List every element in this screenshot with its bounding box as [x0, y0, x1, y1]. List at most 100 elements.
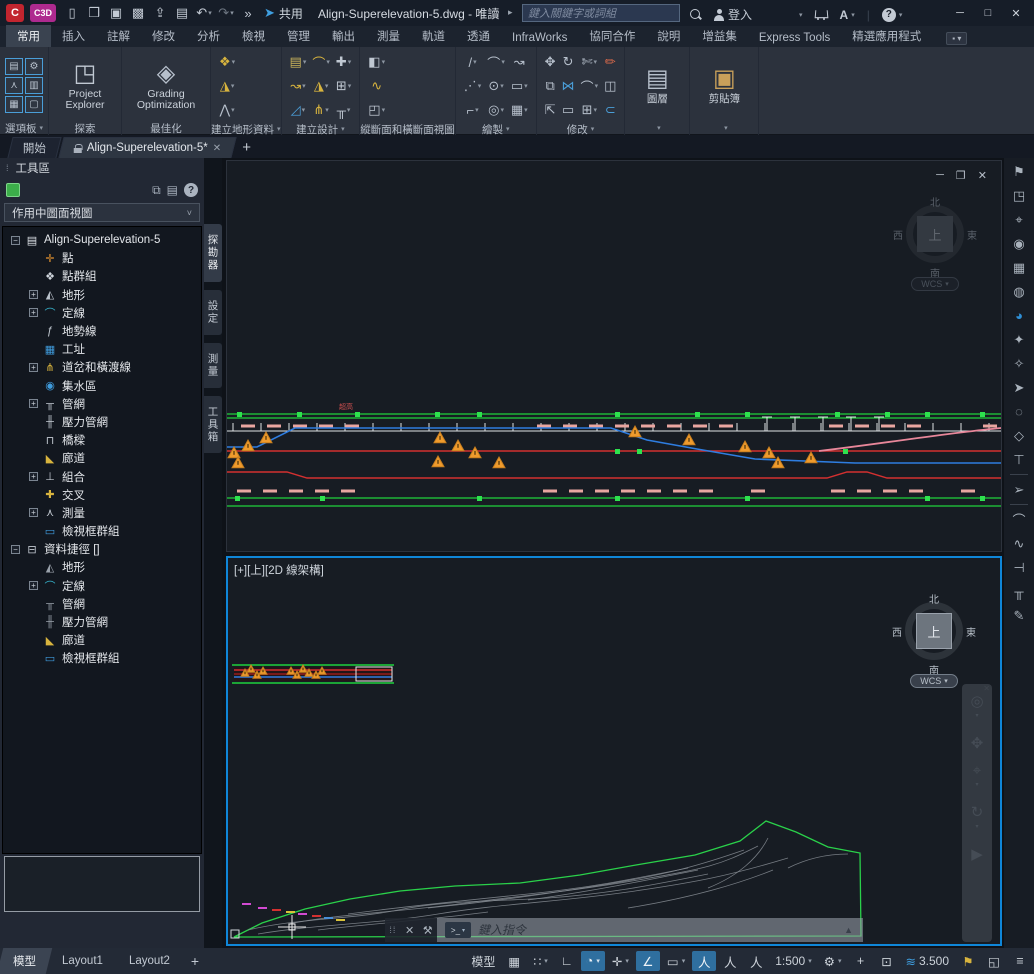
panel-label[interactable]: 修改▾ [537, 122, 625, 136]
redo-icon[interactable]: ↷▾ [216, 3, 236, 23]
ribbon-tab-檢視[interactable]: 檢視 [231, 25, 276, 47]
command-history-icon[interactable]: ▲ [844, 925, 855, 935]
doc-restore-icon[interactable]: ❐ [956, 169, 966, 182]
palette-grip[interactable]: ⁞ [6, 163, 10, 173]
offset-icon[interactable]: ⊂ [601, 102, 619, 118]
file-tab-start[interactable]: 開始 [7, 137, 61, 158]
search-input[interactable]: 鍵入關鍵字或詞組 [522, 4, 680, 22]
ellipse-icon[interactable]: ◎▾ [484, 102, 508, 118]
explode-icon[interactable]: ◫ [601, 78, 619, 94]
panorama-toggle-icon[interactable]: ▤ [167, 183, 178, 197]
rotate-icon[interactable]: ↻ [559, 54, 578, 70]
tree-item-view-frame-groups[interactable]: ▭檢視框群組 [3, 522, 201, 540]
toolspace-tab-測量[interactable]: 測量 [204, 343, 222, 388]
object-snap-tracking-icon[interactable]: ∠ [636, 951, 660, 971]
wcs-menu[interactable]: WCS▾ [910, 674, 958, 688]
close-tab-icon[interactable]: ✕ [213, 143, 221, 154]
surface-elevation-icon[interactable]: ≋3.500 [900, 951, 954, 971]
revision-cloud-icon[interactable]: ↝ [508, 54, 531, 70]
annotation-autoscale-icon[interactable]: 人 [718, 951, 742, 971]
signin-button[interactable]: 登入 ▾ [713, 6, 803, 23]
panorama-palette-icon[interactable]: ▢ [25, 96, 43, 113]
tree-expander-icon[interactable]: − [11, 236, 20, 245]
arc-icon[interactable]: ⌒▾ [484, 53, 508, 72]
array-icon[interactable]: ⊞▾ [578, 102, 602, 118]
tree-item-view-frame-shortcut[interactable]: ▭檢視框群組 [3, 649, 201, 667]
new-layout-button[interactable]: + [183, 953, 207, 969]
select-cursor-icon[interactable]: ➤ [1008, 378, 1030, 397]
tree-item-alignments[interactable]: +⌒定線 [3, 304, 201, 322]
ribbon-tab-常用[interactable]: 常用 [6, 25, 51, 47]
create-point-icon[interactable]: ✦ [1008, 330, 1030, 349]
intersection-icon[interactable]: ✚▾ [333, 54, 354, 70]
tree-item-corridor-shortcut[interactable]: ◣廊道 [3, 631, 201, 649]
copy-icon[interactable]: ⧉ [542, 78, 559, 94]
tree-item-pipe-networks[interactable]: +╥管網 [3, 395, 201, 413]
layout-tab-Layout2[interactable]: Layout2 [113, 948, 186, 974]
circle-icon[interactable]: ⊙▾ [484, 78, 508, 94]
workspace-gear-icon[interactable]: ⚙▾ [819, 951, 847, 971]
new-tab-button[interactable]: + [242, 139, 251, 156]
ribbon-tab-精選應用程式[interactable]: 精選應用程式 [841, 25, 932, 47]
ribbon-tab-透通[interactable]: 透通 [456, 25, 501, 47]
create-survey-icon[interactable]: ⋀▾ [216, 102, 238, 118]
properties-palette-icon[interactable]: ▦ [5, 96, 23, 113]
viewport-bottom-active[interactable]: [+][上][2D 線架構] 北 西 東 南 上 WCS▾ ✕ ◎▾✥⌖▾↻▾▶ [226, 556, 1002, 946]
road-cursor-icon[interactable]: ➢ [1008, 480, 1030, 499]
polar-tracking-icon[interactable]: ◔▾ [581, 951, 605, 971]
toolspace-header[interactable]: ⁞ 工具區 [0, 158, 204, 178]
annotation-scale-icon[interactable]: 人 [744, 951, 768, 971]
mirror-icon[interactable]: ⋈ [559, 78, 578, 94]
panel-label[interactable]: 建立設計▾ [282, 122, 360, 136]
tsquare-icon[interactable]: ⊤ [1008, 450, 1030, 469]
print-icon[interactable]: ▤ [172, 3, 192, 23]
toolbox-palette-icon[interactable]: ▥ [25, 77, 43, 94]
store-cart-icon[interactable] [815, 10, 828, 20]
create-surfaces-icon[interactable]: ◮▾ [216, 78, 238, 94]
tree-item-point-groups[interactable]: ❖點群組 [3, 267, 201, 285]
tree-expander-icon[interactable]: − [11, 545, 20, 554]
tree-item-intersections[interactable]: ✚交叉 [3, 486, 201, 504]
quick-profile-icon[interactable]: ∿ [365, 78, 388, 94]
zoom-window-icon[interactable]: ◳ [1008, 186, 1030, 205]
maximize-icon[interactable]: □ [974, 0, 1002, 26]
ribbon-tab-輸出[interactable]: 輸出 [321, 25, 366, 47]
pipe-edit-icon[interactable]: ╥ [1008, 582, 1030, 601]
pan-icon[interactable]: ✥ [971, 736, 984, 751]
command-close-icon[interactable]: ✕ [405, 924, 414, 937]
tree-item-data-shortcuts[interactable]: −⊟資料捷徑 [] [3, 540, 201, 558]
qat-more-icon[interactable]: » [238, 3, 258, 23]
item-view-icon[interactable]: ⧉ [152, 183, 161, 198]
panel-label[interactable]: 建立地形資料▾ [211, 122, 281, 136]
save-as-icon[interactable]: ▩ [128, 3, 148, 23]
assembly-icon[interactable]: ⊞▾ [333, 78, 354, 94]
trim-icon[interactable]: ✄▾ [578, 54, 602, 70]
rectangle-icon[interactable]: ▭▾ [508, 78, 531, 94]
wcs-menu[interactable]: WCS▾ [911, 277, 959, 291]
layout-tab-Layout1[interactable]: Layout1 [46, 948, 119, 974]
selection-cycling-icon[interactable]: ⊡ [874, 951, 898, 971]
dropdown-arrow-icon[interactable]: ▾ [230, 9, 234, 17]
project-explorer-button[interactable]: ◳Project Explorer [54, 59, 116, 113]
undo-icon[interactable]: ↶▾ [194, 3, 214, 23]
stretch-icon[interactable]: ⇱ [542, 102, 559, 118]
minimize-icon[interactable]: ─ [946, 0, 974, 26]
tree-item-bridges[interactable]: ⊓橋樑 [3, 431, 201, 449]
feature-line-icon[interactable]: ↝▾ [287, 78, 310, 94]
ribbon-tab-插入[interactable]: 插入 [51, 25, 96, 47]
ribbon-tab-說明[interactable]: 說明 [646, 25, 691, 47]
view-selector-dropdown[interactable]: 作用中圖面視圖 ˅ [4, 203, 200, 222]
ribbon-tab-測量[interactable]: 測量 [366, 25, 411, 47]
tree-item-alignment-shortcut[interactable]: +⌒定線 [3, 577, 201, 595]
fillet-icon[interactable]: ⌒▾ [578, 77, 602, 96]
model-space-toggle[interactable]: 模型 [466, 951, 500, 971]
save-icon[interactable]: ▣ [106, 3, 126, 23]
panel-label[interactable]: 縱斷面和橫斷面視圖 [360, 122, 455, 136]
ribbon-tab-Express Tools[interactable]: Express Tools [748, 29, 841, 47]
zoom-previous-icon[interactable]: ◉ [1008, 234, 1030, 253]
tree-item-feature-lines[interactable]: ƒ地勢線 [3, 322, 201, 340]
navbar-close-icon[interactable]: ✕ [983, 684, 990, 693]
viewcube-bottom[interactable]: 北 西 東 南 上 WCS▾ [896, 594, 972, 690]
line-icon[interactable]: /▾ [461, 55, 485, 70]
profile-edit-icon[interactable]: ∿ [1008, 534, 1030, 553]
